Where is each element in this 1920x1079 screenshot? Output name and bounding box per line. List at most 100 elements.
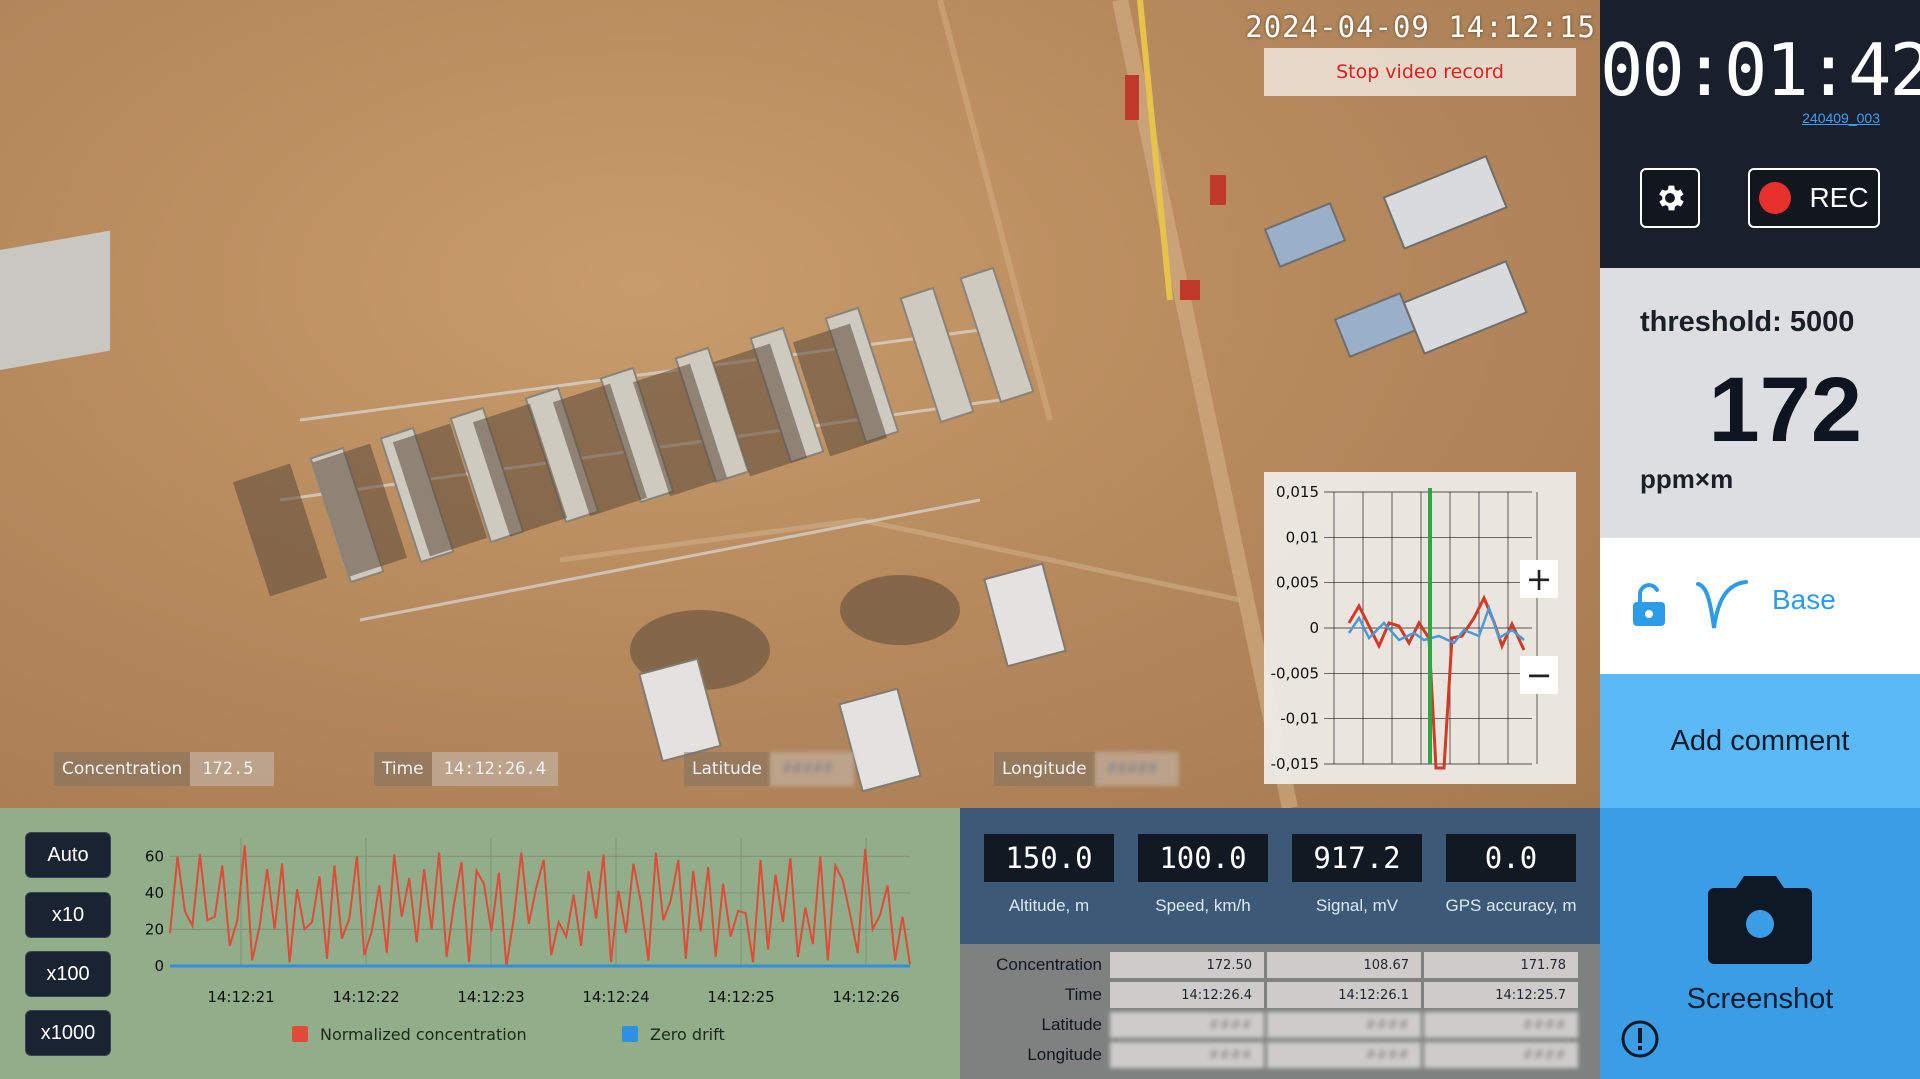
table-cell: 108.67: [1267, 952, 1421, 978]
legend-swatch: [292, 1026, 308, 1042]
base-button[interactable]: Base: [1772, 584, 1836, 616]
zoom-in-button[interactable]: +: [1520, 560, 1558, 598]
legend-label: Normalized concentration: [320, 1025, 527, 1044]
table-row-label: Longitude: [1027, 1045, 1102, 1064]
overlay-concentration-label: Concentration: [54, 752, 191, 786]
x-tick-label: 14:12:25: [707, 988, 774, 1006]
gps-accuracy-value: 0.0: [1446, 834, 1576, 882]
table-cell: 14:12:25.7: [1424, 982, 1578, 1008]
table-row-concentration: Concentration 172.50 108.67 171.78: [960, 950, 1600, 980]
overlay-time: Time 14:12:26.4: [374, 752, 558, 786]
alert-circle-icon[interactable]: [1620, 1019, 1660, 1059]
table-cell: ####: [1110, 1042, 1264, 1068]
camera-icon[interactable]: [1706, 874, 1814, 966]
mini-y-tick-label: -0,015: [1271, 755, 1319, 773]
altitude-value: 150.0: [984, 834, 1114, 882]
concentration-unit: ppm×m: [1640, 464, 1734, 494]
recorder-panel: 00:01:42 240409_003 REC: [1600, 0, 1920, 268]
x-tick-label: 14:12:26: [832, 988, 899, 1006]
scale-x1000-button[interactable]: x1000: [25, 1010, 111, 1056]
gear-icon: [1659, 185, 1684, 211]
zoom-out-button[interactable]: −: [1520, 656, 1558, 694]
settings-button[interactable]: [1640, 168, 1700, 228]
video-timestamp: 2024-04-09 14:12:15: [1245, 10, 1596, 44]
signal-caption: Signal, mV: [1315, 896, 1399, 915]
stop-video-record-button[interactable]: Stop video record: [1264, 48, 1576, 96]
overlay-time-value: 14:12:26.4: [431, 752, 558, 786]
scale-x10-button[interactable]: x10: [25, 892, 111, 938]
table-cell: ####: [1267, 1012, 1421, 1038]
x-tick-label: 14:12:21: [207, 988, 274, 1006]
telemetry-panel: 150.0 Altitude, m 100.0 Speed, km/h 917.…: [960, 808, 1600, 944]
overlay-latitude-value: #####: [769, 752, 854, 786]
table-cell: ####: [1424, 1012, 1578, 1038]
y-tick-label: 40: [145, 884, 164, 902]
overlay-longitude-label: Longitude: [994, 752, 1095, 786]
y-tick-label: 20: [145, 920, 164, 938]
table-cell: ####: [1267, 1042, 1421, 1068]
x-tick-label: 14:12:23: [457, 988, 524, 1006]
table-cell: 14:12:26.1: [1267, 982, 1421, 1008]
screenshot-panel: Screenshot: [1600, 808, 1920, 1079]
concentration-history-graph: Auto x10 x100 x1000 0 20 40 60 14:12:21 14:12…: [0, 808, 960, 1079]
threshold-value: 5000: [1789, 306, 1855, 338]
overlay-latitude-label: Latitude: [684, 752, 770, 786]
concentration-value: 172: [1708, 359, 1863, 461]
add-comment-button[interactable]: Add comment: [1600, 674, 1920, 808]
overlay-longitude: Longitude #####: [994, 752, 1179, 786]
table-row-latitude: Latitude #### #### ####: [960, 1010, 1600, 1040]
speed-caption: Speed, km/h: [1155, 896, 1251, 915]
table-cell: 14:12:26.4: [1110, 982, 1264, 1008]
series-line-normalized-concentration: [169, 845, 911, 967]
rec-button[interactable]: REC: [1748, 168, 1880, 228]
x-tick-label: 14:12:22: [332, 988, 399, 1006]
record-dot-icon: [1759, 182, 1792, 214]
y-tick-label: 0: [154, 957, 164, 975]
table-row-label: Latitude: [1041, 1015, 1103, 1034]
overlay-concentration: Concentration 172.5: [54, 752, 275, 786]
table-row-label: Time: [1064, 985, 1102, 1004]
scale-auto-button[interactable]: Auto: [25, 832, 111, 878]
record-timer: 00:01:42: [1600, 28, 1920, 112]
signal-mini-chart-plot: 0,015 0,01 0,005 0 -0,005 -0,01 -0,015: [1271, 483, 1538, 773]
table-cell: ####: [1110, 1012, 1264, 1038]
gps-accuracy-caption: GPS accuracy, m: [1445, 896, 1577, 915]
mini-y-tick-label: 0,01: [1286, 528, 1319, 546]
mini-concentration-line: [1347, 594, 1526, 770]
record-file-link[interactable]: 240409_003: [1802, 110, 1880, 126]
table-cell: ####: [1424, 1042, 1578, 1068]
base-panel: Base: [1600, 538, 1920, 674]
rec-button-label: REC: [1809, 182, 1869, 213]
signal-mini-chart: 0,015 0,01 0,005 0 -0,005 -0,01 -0,015 + −: [1264, 472, 1576, 784]
history-table: Concentration 172.50 108.67 171.78 Time …: [960, 944, 1600, 1079]
y-tick-label: 60: [145, 847, 164, 865]
mini-y-tick-label: -0,005: [1271, 664, 1319, 682]
mini-y-tick-label: 0,005: [1276, 574, 1319, 592]
overlay-concentration-value: 172.5: [190, 752, 275, 786]
speed-value: 100.0: [1138, 834, 1268, 882]
concentration-reading: threshold: 5000 172 ppm×m: [1600, 268, 1920, 538]
legend-label: Zero drift: [650, 1025, 725, 1044]
overlay-time-label: Time: [374, 752, 432, 786]
signal-value: 917.2: [1292, 834, 1422, 882]
video-feed: 2024-04-09 14:12:15 Stop video record Co…: [0, 0, 1600, 808]
unlock-icon[interactable]: [1630, 582, 1668, 628]
v-curve-icon[interactable]: [1694, 578, 1750, 634]
altitude-caption: Altitude, m: [1008, 896, 1090, 915]
x-tick-label: 14:12:24: [582, 988, 649, 1006]
overlay-latitude: Latitude #####: [684, 752, 854, 786]
mini-y-tick-label: 0: [1309, 619, 1319, 637]
legend-swatch: [622, 1026, 638, 1042]
threshold: threshold: 5000: [1640, 306, 1854, 339]
table-cell: 172.50: [1110, 952, 1264, 978]
history-line-chart: 0 20 40 60 14:12:21 14:12:22 14:12:23 14:12:24 1…: [145, 838, 911, 1044]
scale-x100-button[interactable]: x100: [25, 951, 111, 997]
mini-y-tick-label: -0,01: [1280, 710, 1319, 728]
table-row-longitude: Longitude #### #### ####: [960, 1040, 1600, 1070]
threshold-label: threshold:: [1640, 306, 1782, 338]
table-cell: 171.78: [1424, 952, 1578, 978]
screenshot-button[interactable]: Screenshot: [1600, 983, 1920, 1016]
overlay-longitude-value: #####: [1094, 752, 1179, 786]
table-row-label: Concentration: [996, 955, 1102, 974]
mini-y-tick-label: 0,015: [1276, 483, 1319, 501]
